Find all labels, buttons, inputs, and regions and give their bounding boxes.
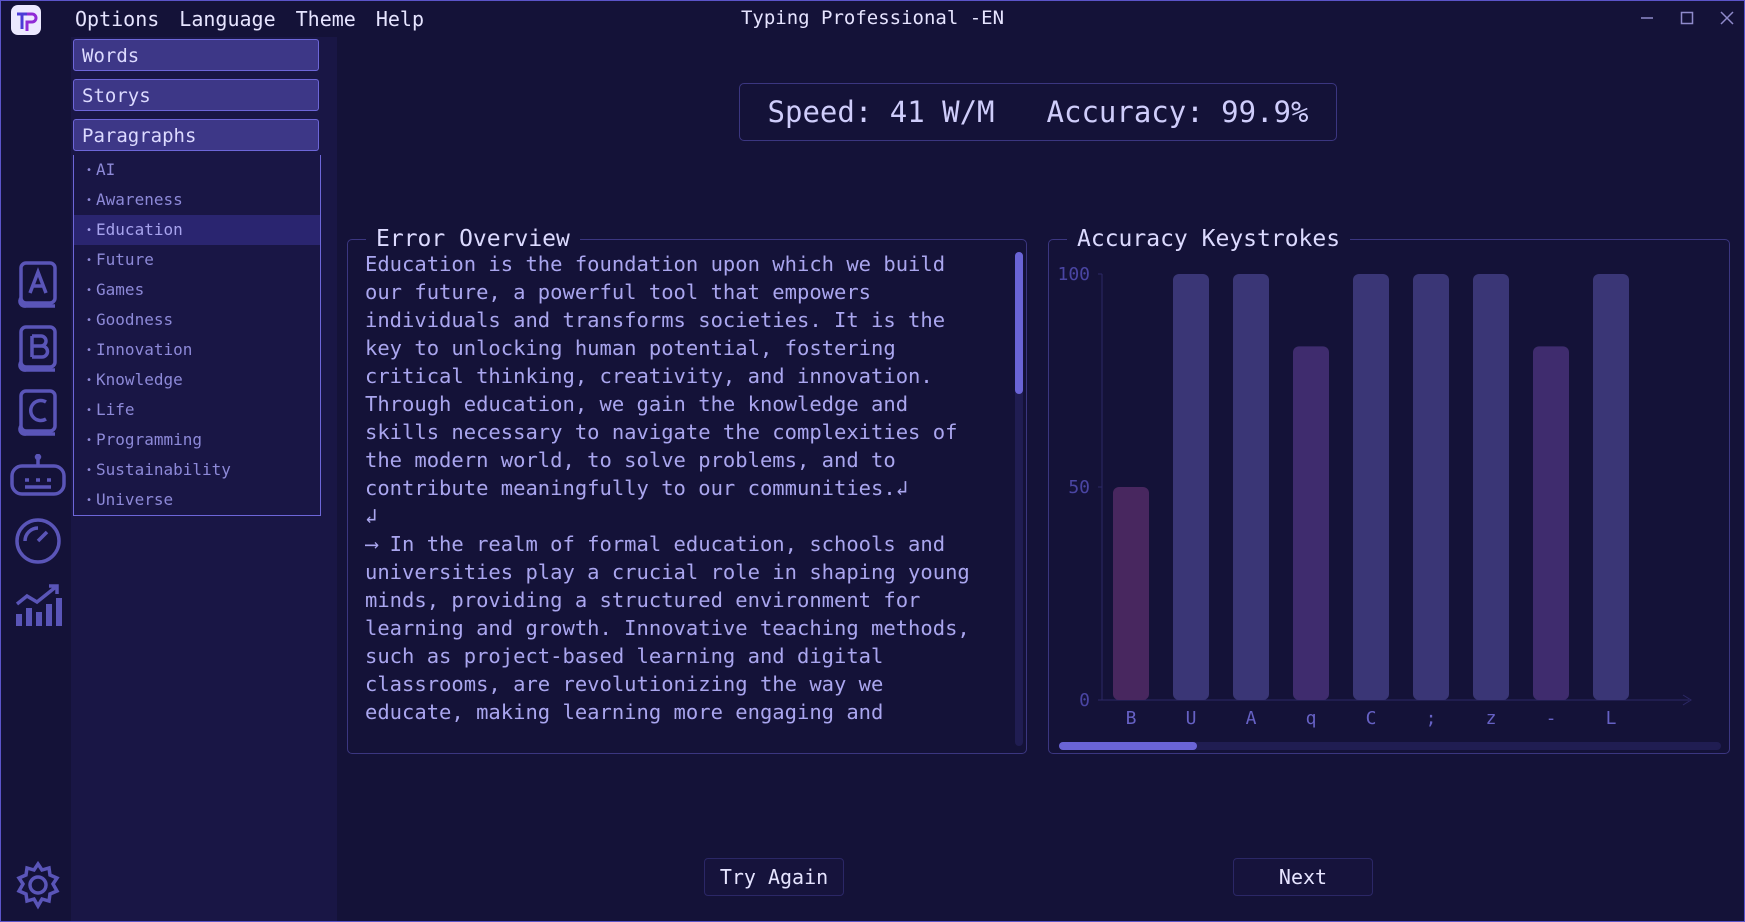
accuracy-readout: Accuracy: 99.9% xyxy=(1046,95,1309,129)
category-panel: Words Storys Paragraphs • AI • Awareness •… xyxy=(71,37,337,921)
window-controls xyxy=(1638,9,1736,27)
chart-scrollbar-thumb[interactable] xyxy=(1059,742,1197,750)
stats-box: Speed: 41 W/M Accuracy: 99.9% xyxy=(739,83,1337,141)
title-bar: Options Language Theme Help Typing Profe… xyxy=(1,1,1744,37)
bar-C xyxy=(1353,274,1389,700)
list-item-goodness[interactable]: • Goodness xyxy=(74,305,320,335)
x-tick-label: B xyxy=(1126,708,1137,729)
window-title: Typing Professional -EN xyxy=(740,7,1005,29)
book-c-icon[interactable] xyxy=(9,385,67,441)
bar-A xyxy=(1233,274,1269,700)
book-b-icon[interactable] xyxy=(9,321,67,377)
maximize-icon[interactable] xyxy=(1678,9,1696,27)
bar-B xyxy=(1113,487,1149,700)
book-a-icon[interactable] xyxy=(9,257,67,313)
list-item-sustainability[interactable]: • Sustainability xyxy=(74,455,320,485)
category-words-button[interactable]: Words xyxy=(73,39,319,71)
bar-L xyxy=(1593,274,1629,700)
x-tick-label: q xyxy=(1306,708,1317,729)
bar-q xyxy=(1293,346,1329,700)
bar-z xyxy=(1473,274,1509,700)
accuracy-bar-chart: 0 50 100 B U Aq C; z - L xyxy=(1057,264,1692,729)
accuracy-chart-panel: Accuracy Keystrokes 0 50 100 B U Aq C; z - L xyxy=(1048,226,1730,754)
x-tick-label: L xyxy=(1606,708,1617,729)
list-item-games[interactable]: • Games xyxy=(74,275,320,305)
error-overview-text: Education is the foundation upon which w… xyxy=(365,252,970,724)
speed-readout: Speed: 41 W/M xyxy=(767,95,995,129)
scrollbar-thumb[interactable] xyxy=(1015,252,1023,394)
icon-rail xyxy=(1,37,71,921)
x-tick-label: C xyxy=(1366,708,1377,729)
error-overview-title: Error Overview xyxy=(366,226,580,252)
chart-icon[interactable] xyxy=(9,577,67,633)
bar-- xyxy=(1533,346,1569,700)
list-item-ai[interactable]: • AI xyxy=(74,155,320,185)
error-overview-scrollbar[interactable] xyxy=(1015,252,1023,746)
y-tick-label: 100 xyxy=(1057,264,1090,285)
list-item-awareness[interactable]: • Awareness xyxy=(74,185,320,215)
bar-; xyxy=(1413,274,1449,700)
x-tick-label: - xyxy=(1546,708,1557,729)
list-item-future[interactable]: • Future xyxy=(74,245,320,275)
speedometer-icon[interactable] xyxy=(9,513,67,569)
list-item-education[interactable]: • Education xyxy=(74,215,320,245)
y-tick-label: 50 xyxy=(1068,477,1090,498)
list-item-knowledge[interactable]: • Knowledge xyxy=(74,365,320,395)
try-again-button[interactable]: Try Again xyxy=(704,858,844,896)
chart-horizontal-scrollbar[interactable] xyxy=(1059,742,1721,750)
settings-icon[interactable] xyxy=(9,857,67,913)
list-item-life[interactable]: • Life xyxy=(74,395,320,425)
bar-U xyxy=(1173,274,1209,700)
list-item-universe[interactable]: • Universe xyxy=(74,485,320,515)
next-button[interactable]: Next xyxy=(1233,858,1373,896)
error-overview-panel: Error Overview Education is the foundati… xyxy=(347,226,1027,754)
x-tick-label: z xyxy=(1486,708,1497,729)
list-item-innovation[interactable]: • Innovation xyxy=(74,335,320,365)
paragraphs-list: • AI • Awareness • Education • Future • Games… xyxy=(73,155,321,516)
x-tick-label: A xyxy=(1246,708,1257,729)
close-icon[interactable] xyxy=(1718,9,1736,27)
x-tick-label: U xyxy=(1186,708,1197,729)
category-storys-button[interactable]: Storys xyxy=(73,79,319,111)
list-item-programming[interactable]: • Programming xyxy=(74,425,320,455)
x-tick-label: ; xyxy=(1426,708,1437,729)
app-window: Options Language Theme Help Typing Profe… xyxy=(0,0,1745,922)
minimize-icon[interactable] xyxy=(1638,9,1656,27)
robot-icon[interactable] xyxy=(9,449,67,505)
y-tick-label: 0 xyxy=(1079,690,1090,711)
category-paragraphs-button[interactable]: Paragraphs xyxy=(73,119,319,151)
